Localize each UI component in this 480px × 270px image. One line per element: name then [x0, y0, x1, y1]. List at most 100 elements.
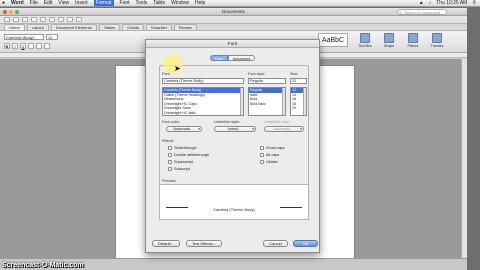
menu-window[interactable]: Window — [171, 0, 189, 6]
subscript-checkbox[interactable]: Subscript — [168, 167, 190, 171]
bold-button[interactable]: B — [4, 43, 10, 49]
hidden-checkbox[interactable]: Hidden — [260, 160, 278, 164]
align-left-icon[interactable] — [28, 43, 34, 49]
menu-tools[interactable]: Tools — [136, 0, 148, 6]
text-box-icon — [360, 33, 370, 43]
tab-smartart[interactable]: SmartArt — [146, 24, 172, 30]
new-document-icon[interactable] — [4, 17, 10, 22]
menu-app-name[interactable]: Word — [11, 0, 24, 6]
search-icon: ⚲ — [399, 10, 402, 15]
menu-table[interactable]: Table — [153, 0, 165, 6]
open-icon[interactable] — [13, 17, 19, 22]
checkbox-icon — [260, 160, 264, 164]
tab-tables[interactable]: Tables — [98, 24, 121, 30]
font-color-popup[interactable]: Automatic ▾ — [166, 126, 202, 132]
menu-bar: ● Word File Edit View Insert Format Font… — [0, 0, 480, 7]
text-box-button[interactable]: Text Box — [355, 33, 375, 51]
cancel-button[interactable]: Cancel — [263, 240, 288, 247]
subscript-label: Subscript — [174, 167, 190, 171]
underline-color-label: Underline color: — [264, 120, 291, 124]
strikethrough-checkbox[interactable]: Strikethrough — [168, 146, 197, 150]
font-style-list-scrollbar[interactable] — [282, 88, 285, 115]
strikethrough-label: Strikethrough — [174, 146, 197, 150]
undo-icon[interactable] — [40, 17, 46, 22]
font-list[interactable]: Cambria (Theme Body) Calibri (Theme Head… — [162, 87, 244, 116]
volume-icon[interactable]: ♪ — [429, 0, 432, 6]
preview-baseline-right — [280, 207, 302, 208]
checkbox-icon — [168, 153, 172, 157]
tab-home[interactable]: Home — [4, 24, 25, 30]
shape-label: Shape — [383, 44, 395, 48]
effects-label: Effects — [162, 139, 174, 143]
underline-button[interactable]: U — [20, 43, 26, 49]
styles-gallery[interactable]: AaBbC — [318, 33, 348, 47]
font-color-value: Automatic — [173, 127, 191, 131]
menu-help[interactable]: Help — [195, 0, 205, 6]
menubar-clock[interactable]: Thu 10:25 AM — [436, 0, 467, 6]
menu-file[interactable]: File — [30, 0, 38, 6]
underline-style-value: (none) — [227, 127, 239, 131]
apple-menu-icon[interactable]: ● — [2, 0, 5, 6]
font-style-field[interactable]: Regular — [248, 78, 286, 84]
picture-button[interactable]: Picture — [403, 33, 423, 51]
tab-advanced[interactable]: Advanced — [227, 55, 256, 61]
superscript-checkbox[interactable]: Superscript — [168, 160, 193, 164]
tab-layout[interactable]: Layout — [26, 24, 49, 30]
small-caps-checkbox[interactable]: Small caps — [260, 146, 285, 150]
all-caps-checkbox[interactable]: All caps — [260, 153, 279, 157]
ribbon-font-size-field[interactable]: 12 — [46, 34, 58, 40]
align-right-icon[interactable] — [44, 43, 50, 49]
sidebar-icon[interactable] — [67, 17, 73, 22]
search-input[interactable]: ⚲ Search in Document — [397, 9, 447, 15]
all-caps-label: All caps — [266, 153, 280, 157]
menu-format[interactable]: Format — [93, 0, 114, 6]
double-strikethrough-label: Double strikethrough — [174, 153, 210, 157]
picture-icon — [408, 33, 418, 43]
format-painter-icon[interactable] — [58, 17, 64, 22]
save-icon[interactable] — [22, 17, 28, 22]
ok-button[interactable]: OK — [293, 240, 318, 247]
italic-button[interactable]: I — [12, 43, 18, 49]
tab-charts[interactable]: Charts — [122, 24, 145, 30]
text-effects-button[interactable]: Text Effects... — [186, 240, 222, 247]
font-style-label: Font style: — [248, 72, 266, 76]
size-list[interactable]: 12 14 16 18 20 — [290, 87, 307, 116]
zoom-control-icon[interactable] — [76, 17, 82, 22]
menu-font[interactable]: Font — [120, 0, 130, 6]
font-style-list[interactable]: Regular Italic Bold Bold Italic — [248, 87, 286, 116]
checkbox-icon — [168, 167, 172, 171]
default-button[interactable]: Default... — [152, 240, 180, 247]
size-list-scrollbar[interactable] — [303, 88, 306, 115]
redo-icon[interactable] — [49, 17, 55, 22]
align-center-icon[interactable] — [36, 43, 42, 49]
tab-document-elements[interactable]: Document Elements — [50, 24, 97, 30]
wifi-icon[interactable]: ▲ — [419, 0, 424, 6]
themes-label: Themes — [430, 44, 444, 48]
size-field[interactable]: 12 — [290, 78, 307, 84]
print-icon[interactable] — [31, 17, 37, 22]
tab-review[interactable]: Review — [173, 24, 197, 30]
vertical-scrollbar[interactable] — [461, 59, 467, 270]
themes-button[interactable]: Themes — [427, 33, 447, 51]
underline-style-popup[interactable]: (none) ▾ — [214, 126, 256, 132]
shape-icon — [384, 33, 394, 43]
font-name-field[interactable]: Cambria (Theme Body) — [162, 78, 244, 84]
font-list-scrollbar[interactable] — [240, 88, 243, 115]
ribbon-font-name-field[interactable]: Cambria (Body) — [4, 34, 44, 40]
spotlight-icon[interactable]: ⚲ — [472, 0, 476, 6]
checkbox-icon — [260, 146, 264, 150]
menu-edit[interactable]: Edit — [44, 0, 53, 6]
underline-color-popup[interactable]: Automatic ▾ — [264, 126, 304, 132]
menu-view[interactable]: View — [58, 0, 69, 6]
font-list-item[interactable]: Dreamlight HC Italic — [163, 111, 243, 115]
menu-insert[interactable]: Insert — [75, 0, 88, 6]
small-caps-label: Small caps — [266, 146, 285, 150]
double-strikethrough-checkbox[interactable]: Double strikethrough — [168, 153, 209, 157]
window-titlebar: Document1 ⚲ Search in Document — [0, 8, 467, 16]
size-label: Size: — [290, 72, 299, 76]
tab-font[interactable]: Font — [209, 55, 228, 61]
font-style-list-item[interactable]: Bold Italic — [249, 102, 285, 107]
shape-button[interactable]: Shape — [379, 33, 399, 51]
hidden-label: Hidden — [266, 160, 279, 164]
format-buttons: B I U — [4, 43, 50, 49]
